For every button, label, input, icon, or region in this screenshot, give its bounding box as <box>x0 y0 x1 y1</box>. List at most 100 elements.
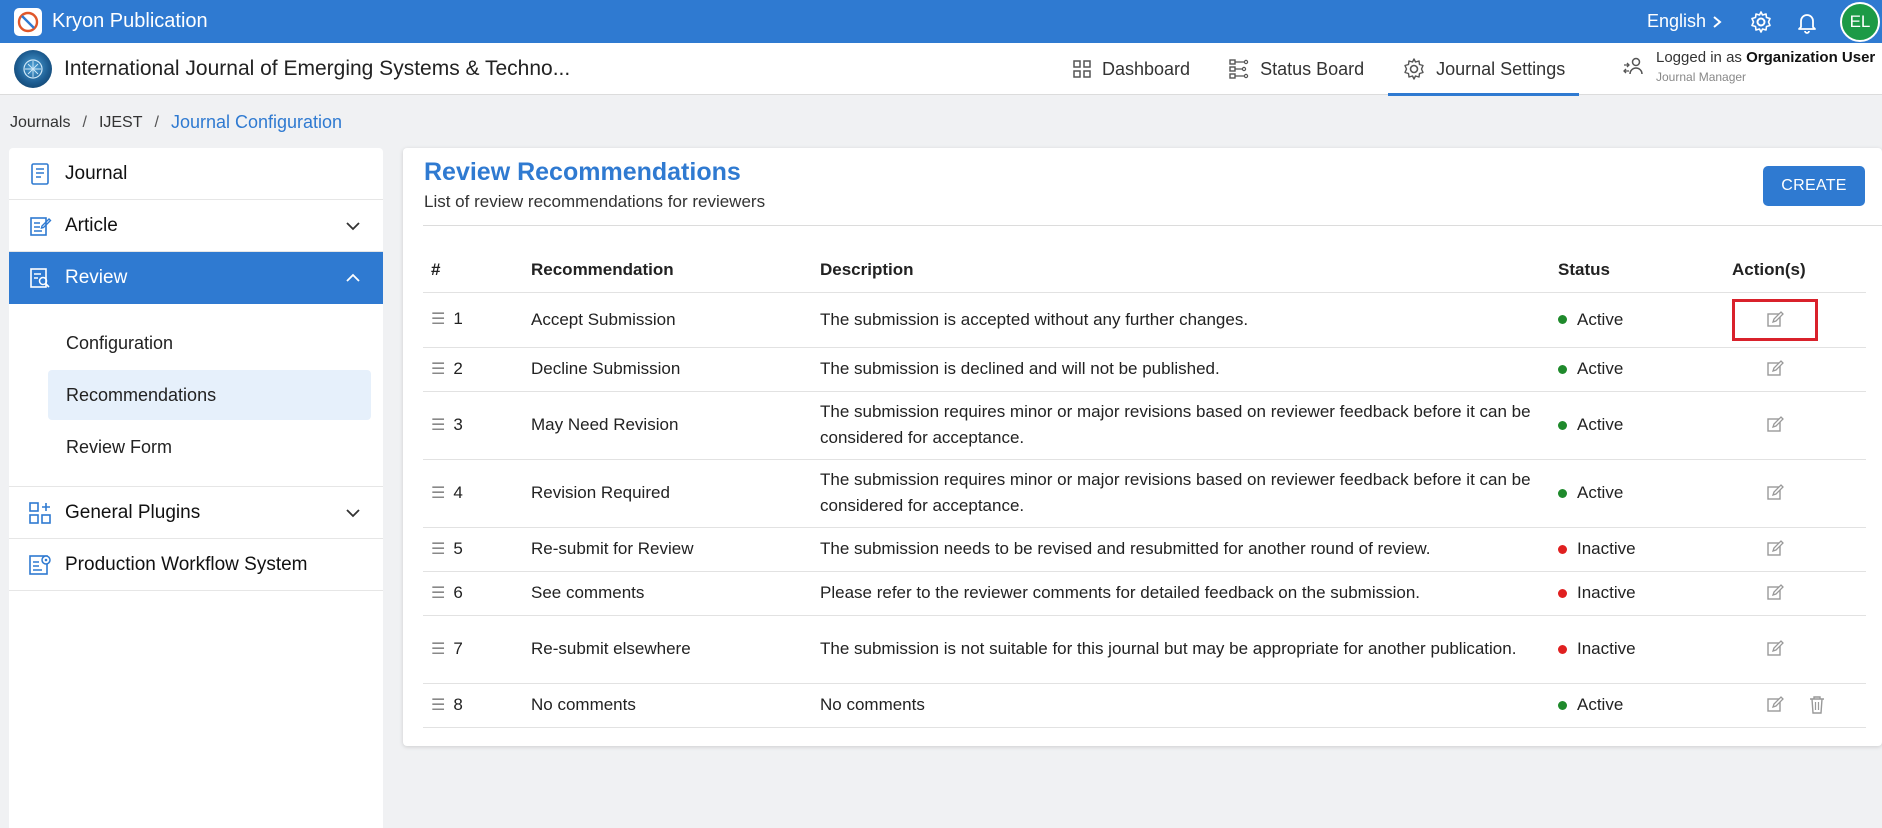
status-dot <box>1558 700 1567 710</box>
sidebar-item-label: General Plugins <box>65 501 201 523</box>
review-submenu: Configuration Recommendations Review For… <box>9 304 383 487</box>
actions-cell <box>1724 683 1866 728</box>
table-row: ☰ 4 Revision Required The submission requir… <box>423 459 1866 528</box>
chevron-down-icon <box>346 509 360 518</box>
nav-journal-settings[interactable]: Journal Settings <box>1388 43 1580 96</box>
description-cell: The submission needs to be revised and r… <box>812 527 1550 572</box>
recommendation-cell: No comments <box>523 683 812 728</box>
description-cell: No comments <box>812 683 1550 728</box>
user-switch-icon <box>1623 57 1643 74</box>
notification-bell-icon[interactable] <box>1794 9 1820 35</box>
sidebar-item-article[interactable]: Article <box>9 200 383 252</box>
sidebar-item-journal[interactable]: Journal <box>9 148 383 200</box>
column-header-actions: Action(s) <box>1724 248 1866 293</box>
delete-trash-icon[interactable] <box>1807 695 1827 715</box>
breadcrumb-journals[interactable]: Journals <box>10 114 70 132</box>
nav-status-board-label: Status Board <box>1260 58 1365 79</box>
drag-handle-icon[interactable]: ☰ <box>431 357 445 383</box>
divider <box>423 225 1882 226</box>
sidebar-item-general-plugins[interactable]: General Plugins <box>9 487 383 539</box>
row-number-cell: ☰ 5 <box>423 527 523 572</box>
submenu-item-recommendations[interactable]: Recommendations <box>48 370 371 420</box>
breadcrumb-separator: / <box>82 113 87 131</box>
chevron-right-icon <box>1713 15 1722 28</box>
edit-icon[interactable] <box>1765 639 1785 659</box>
actions-cell <box>1724 391 1866 460</box>
nav-journal-settings-label: Journal Settings <box>1436 58 1566 79</box>
edit-icon[interactable] <box>1765 415 1785 435</box>
column-header-recommendation: Recommendation <box>523 248 812 293</box>
edit-icon <box>1765 310 1785 330</box>
breadcrumb: Journals / IJEST / Journal Configuration <box>10 112 342 133</box>
actions-cell <box>1724 459 1866 528</box>
recommendation-cell: Accept Submission <box>523 292 812 348</box>
edit-icon[interactable] <box>1765 359 1785 379</box>
drag-handle-icon[interactable]: ☰ <box>431 413 445 439</box>
create-button[interactable]: CREATE <box>1763 166 1865 206</box>
drag-handle-icon[interactable]: ☰ <box>431 481 445 507</box>
kryon-logo-icon[interactable] <box>14 7 42 36</box>
description-cell: The submission is declined and will not … <box>812 347 1550 392</box>
chevron-up-icon <box>346 273 360 282</box>
table-row: ☰ 1 Accept Submission The submission is acc… <box>423 292 1866 348</box>
status-cell: Active <box>1550 683 1724 728</box>
page-title: Review Recommendations <box>424 158 741 186</box>
row-number: 5 <box>453 538 463 558</box>
sidebar-item-production-workflow-system[interactable]: Production Workflow System <box>9 539 383 591</box>
sidebar-item-label: Journal <box>65 162 128 184</box>
settings-gear-icon[interactable] <box>1748 9 1774 35</box>
row-number-cell: ☰ 6 <box>423 571 523 616</box>
status-cell: Active <box>1550 459 1724 528</box>
table-row: ☰ 8 No comments No comments Active <box>423 683 1866 728</box>
status-cell: Inactive <box>1550 527 1724 572</box>
table-row: ☰ 3 May Need Revision The submission requir… <box>423 391 1866 460</box>
status-dot <box>1558 315 1567 324</box>
sidebar-item-review[interactable]: Review <box>9 252 383 304</box>
edit-button-highlighted[interactable] <box>1732 298 1818 341</box>
submenu-item-review-form[interactable]: Review Form <box>48 422 371 472</box>
journal-icon <box>27 161 53 187</box>
edit-icon[interactable] <box>1765 539 1785 559</box>
description-cell: The submission requires minor or major r… <box>812 459 1550 528</box>
journal-settings-gear-icon <box>1404 58 1424 80</box>
status-dot <box>1558 488 1567 498</box>
language-selector[interactable]: English <box>1647 11 1722 32</box>
drag-handle-icon[interactable]: ☰ <box>431 581 445 607</box>
drag-handle-icon[interactable]: ☰ <box>431 537 445 563</box>
plugins-icon <box>27 500 53 526</box>
nav-dashboard-label: Dashboard <box>1102 58 1191 79</box>
drag-handle-icon[interactable]: ☰ <box>431 693 445 719</box>
description-cell: The submission is not suitable for this … <box>812 615 1550 684</box>
drag-handle-icon[interactable]: ☰ <box>431 637 445 663</box>
table-row: ☰ 6 See comments Please refer to the review… <box>423 571 1866 616</box>
nav-status-board[interactable]: Status Board <box>1214 43 1378 95</box>
row-number: 6 <box>453 582 463 602</box>
description-cell: The submission is accepted without any f… <box>812 292 1550 348</box>
status-cell: Inactive <box>1550 615 1724 684</box>
row-number: 4 <box>453 482 463 502</box>
edit-icon[interactable] <box>1765 483 1785 503</box>
journal-title[interactable]: International Journal of Emerging System… <box>64 57 570 81</box>
edit-icon[interactable] <box>1765 695 1785 715</box>
edit-icon[interactable] <box>1765 583 1785 603</box>
recommendations-table: # Recommendation Description Status Acti… <box>423 248 1866 728</box>
submenu-item-configuration[interactable]: Configuration <box>48 318 371 368</box>
row-number-cell: ☰ 4 <box>423 459 523 528</box>
status-cell: Active <box>1550 292 1724 348</box>
top-bar: Kryon Publication English EL <box>0 0 1882 43</box>
drag-handle-icon[interactable]: ☰ <box>431 307 445 333</box>
status-dot <box>1558 644 1567 654</box>
logged-in-user[interactable]: Logged in as Organization User Journal M… <box>1622 49 1875 84</box>
language-label: English <box>1646 11 1706 31</box>
row-number: 7 <box>453 638 463 658</box>
breadcrumb-ijest[interactable]: IJEST <box>99 114 143 132</box>
status-dot <box>1558 420 1567 430</box>
sidebar: Journal Article Review Configuration Rec… <box>9 148 383 828</box>
logged-in-prefix: Logged in as <box>1656 49 1747 66</box>
column-header-number: # <box>423 248 523 293</box>
user-avatar[interactable]: EL <box>1840 1 1880 42</box>
column-header-status: Status <box>1550 248 1724 293</box>
status-board-icon <box>1229 59 1249 79</box>
nav-dashboard[interactable]: Dashboard <box>1058 43 1204 95</box>
recommendation-cell: Revision Required <box>523 459 812 528</box>
